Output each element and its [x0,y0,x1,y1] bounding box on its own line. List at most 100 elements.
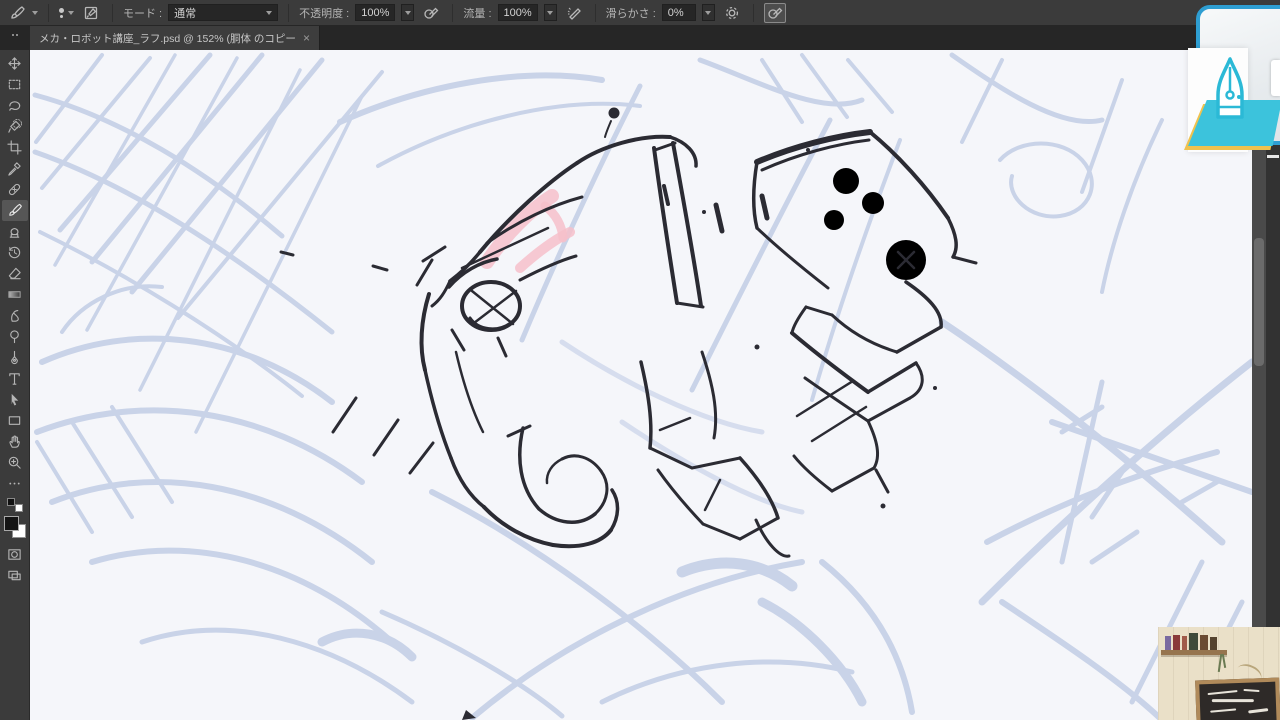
separator [452,4,453,22]
pen-tool[interactable] [2,347,28,368]
healing-brush-tool[interactable] [2,179,28,200]
brush-preset-preview-icon [59,8,64,18]
smudge-tool[interactable] [2,305,28,326]
brush-tool-icon [6,3,28,23]
mode-dropdown[interactable]: 通常 [168,4,278,21]
pressure-opacity-icon [423,5,439,21]
opacity-field[interactable]: 100% [355,4,395,21]
eraser-icon [7,266,22,281]
photoshop-window: モード : 通常 不透明度 : 100% 流量 : 100% 滑らかさ : 0% [0,0,1280,720]
close-icon[interactable]: × [303,32,310,44]
flow-value: 100% [504,7,532,19]
shelf-item [1210,637,1217,650]
history-brush-icon [7,245,22,260]
path-selection-tool[interactable] [2,389,28,410]
ellipsis-icon [7,476,22,491]
smoothing-options-button[interactable] [721,3,743,23]
mode-label: モード : [123,5,162,21]
dodge-tool[interactable] [2,326,28,347]
zoom-tool[interactable] [2,452,28,473]
default-colors-icon[interactable] [7,498,23,512]
smoothing-value: 0% [668,7,684,19]
quick-mask-icon [7,547,22,562]
lasso-tool[interactable] [2,95,28,116]
type-tool[interactable] [2,368,28,389]
brush-panel-icon [80,3,102,23]
scrollbar-thumb[interactable] [1254,238,1264,366]
tools-panel [0,50,30,720]
foreground-color-swatch[interactable] [4,516,19,531]
crop-tool[interactable] [2,137,28,158]
chevron-down-icon [32,11,38,15]
eyedropper-tool[interactable] [2,158,28,179]
gradient-tool[interactable] [2,284,28,305]
chalk-mark [1212,699,1254,702]
chalk-mark [1248,708,1268,713]
quick-selection-tool[interactable] [2,116,28,137]
eyedropper-icon [7,161,22,176]
shelf-item [1173,635,1180,650]
separator [112,4,113,22]
healing-brush-icon [7,182,22,197]
smudge-icon [7,308,22,323]
chalk-mark [1243,689,1259,692]
separator [753,4,754,22]
screen-mode-icon [7,568,22,583]
clone-stamp-tool[interactable] [2,221,28,242]
opacity-label: 不透明度 : [299,5,349,21]
hand-tool[interactable] [2,431,28,452]
flow-field[interactable]: 100% [498,4,538,21]
separator [48,4,49,22]
dodge-icon [7,329,22,344]
chevron-down-icon [68,11,74,15]
gradient-icon [7,287,22,302]
pressure-size-icon [767,5,783,21]
brush-preset-picker[interactable] [59,8,74,18]
toggle-brush-panel-button[interactable] [80,3,102,23]
eraser-tool[interactable] [2,263,28,284]
history-brush-tool[interactable] [2,242,28,263]
chalk-mark [1210,708,1236,712]
smoothing-label: 滑らかさ : [606,5,656,21]
lasso-icon [7,98,22,113]
type-icon [7,371,22,386]
smoothing-dropdown[interactable] [702,4,715,21]
zoom-icon [7,455,22,470]
shelf-item [1200,635,1208,650]
pen-icon [7,350,22,365]
chevron-down-icon [266,11,272,15]
chevron-down-icon [547,11,553,15]
path-selection-icon [7,392,22,407]
edit-toolbar-button[interactable] [2,473,28,494]
flow-dropdown[interactable] [544,4,557,21]
opacity-dropdown[interactable] [401,4,414,21]
stream-logo-overlay [1190,0,1280,160]
toolbar-collapse-icon[interactable] [0,34,30,50]
tool-preset-group[interactable] [6,3,38,23]
quick-selection-icon [7,119,22,134]
move-tool[interactable] [2,53,28,74]
screen-mode-button[interactable] [2,565,28,586]
document-tab[interactable]: メカ・ロボット講座_ラフ.psd @ 152% (胴体 のコピー, RGB/8#… [30,26,320,50]
clone-stamp-icon [7,224,22,239]
pressure-opacity-button[interactable] [420,3,442,23]
document-tab-bar: メカ・ロボット講座_ラフ.psd @ 152% (胴体 のコピー, RGB/8#… [0,26,1280,50]
airbrush-icon [566,5,582,21]
options-bar: モード : 通常 不透明度 : 100% 流量 : 100% 滑らかさ : 0% [0,0,1280,26]
shelf-item [1165,636,1171,650]
crop-icon [7,140,22,155]
chevron-down-icon [405,11,411,15]
flow-label: 流量 : [463,5,491,21]
hand-icon [7,434,22,449]
move-icon [7,56,22,71]
brush-tool[interactable] [2,200,28,221]
pressure-size-button[interactable] [764,3,786,23]
marquee-tool[interactable] [2,74,28,95]
canvas[interactable] [30,50,1252,720]
webcam-overlay [1158,627,1280,720]
shape-icon [7,413,22,428]
shape-tool[interactable] [2,410,28,431]
quick-mask-button[interactable] [2,544,28,565]
smoothing-field[interactable]: 0% [662,4,696,21]
airbrush-button[interactable] [563,3,585,23]
